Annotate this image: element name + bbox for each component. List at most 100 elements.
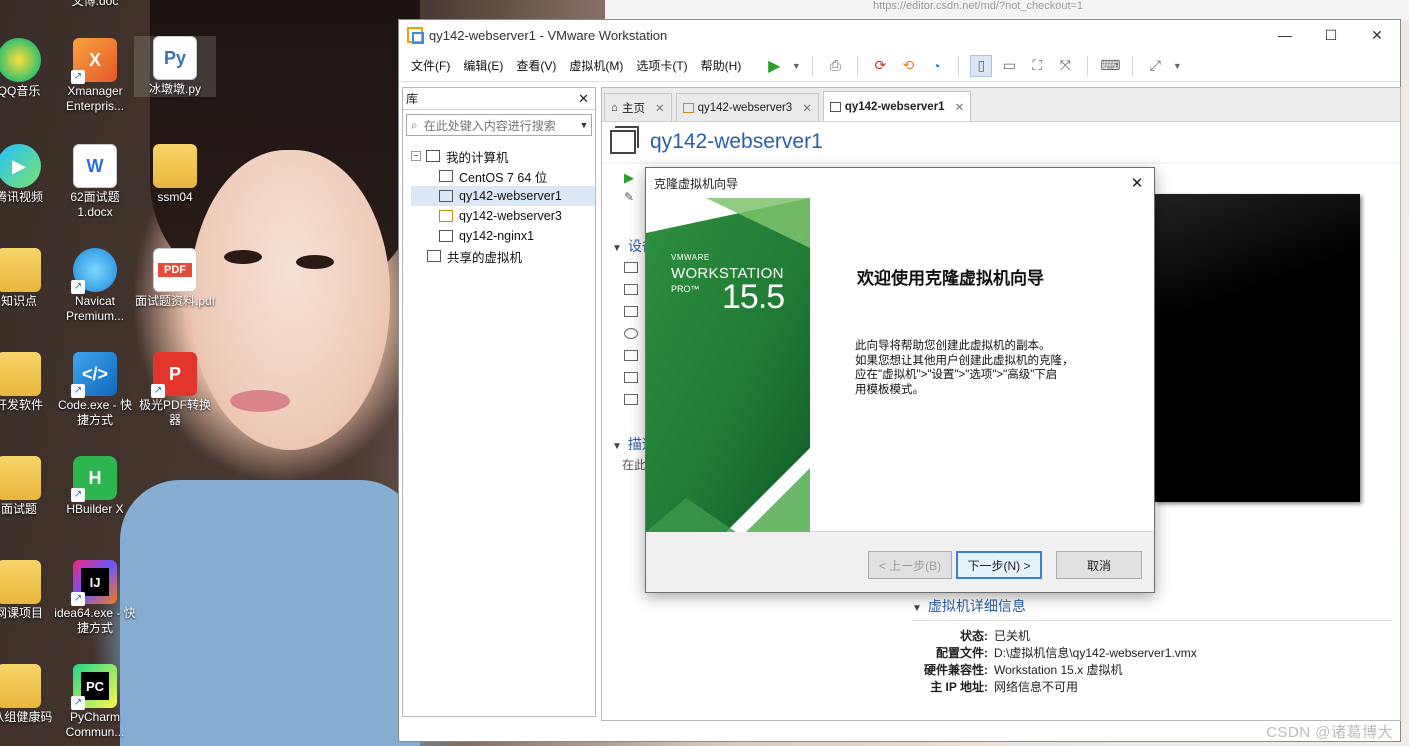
desktop-icon-ssm04[interactable]: ssm04 [134, 144, 216, 205]
tree-shared-vms[interactable]: 共享的虚拟机 [411, 246, 595, 266]
details-section-header[interactable]: ▼ 虚拟机详细信息 [912, 596, 1392, 621]
folder-icon [0, 456, 41, 500]
wallpaper-face [190, 150, 390, 450]
clone-vm-wizard-dialog: 克隆虚拟机向导 ✕ VMWARE WORKSTATION PRO™ 15.5 欢… [645, 167, 1155, 593]
csdn-watermark: CSDN @诸葛博大 [1266, 724, 1393, 741]
vscode-icon: </> [71, 352, 117, 398]
cd-dvd-icon[interactable] [624, 328, 638, 339]
menu-view[interactable]: 查看(V) [516, 57, 556, 74]
close-button[interactable]: ✕ [1354, 20, 1400, 50]
show-library-icon[interactable]: ▯ [970, 54, 993, 77]
menu-file[interactable]: 文件(F) [411, 57, 450, 74]
library-search-input[interactable]: ⌕ 在此处键入内容进行搜索 ▼ [406, 114, 592, 136]
description-placeholder[interactable]: 在此 [622, 456, 646, 473]
snapshot-icon[interactable]: ⟳ [869, 55, 891, 77]
send-ctrl-alt-del-icon[interactable]: ⎙ [824, 55, 846, 77]
wallpaper-lips [230, 390, 290, 412]
tree-vm-centos[interactable]: CentOS 7 64 位 [411, 166, 595, 186]
usb-controller-icon[interactable] [624, 372, 638, 383]
desktop-icon-pdf[interactable]: PDF 面试题资料.pdf [134, 248, 216, 309]
library-header: 库 ✕ [403, 88, 595, 110]
qqmusic-icon [0, 38, 41, 82]
search-dropdown-icon[interactable]: ▼ [577, 120, 591, 130]
desktop-icon-jiguang-pdf[interactable]: P 极光PDF转换器 [134, 352, 216, 428]
harddisk-icon[interactable] [624, 306, 638, 317]
desktop-icon-xmanager[interactable]: X Xmanager Enterpris... [54, 38, 136, 114]
fullscreen-icon[interactable]: ⛶ [1026, 55, 1048, 77]
vm-icon [439, 170, 453, 182]
network-adapter-icon[interactable] [624, 350, 638, 361]
shared-vm-icon [427, 250, 441, 262]
revert-snapshot-icon[interactable]: ⟲ [897, 55, 919, 77]
tab-close-icon[interactable]: ✕ [955, 100, 965, 114]
tab-webserver3[interactable]: qy142-webserver3 ✕ [675, 93, 819, 121]
tree-my-computer[interactable]: − 我的计算机 [411, 146, 595, 166]
menu-help[interactable]: 帮助(H) [701, 57, 742, 74]
tab-home[interactable]: ⌂ 主页 ✕ [604, 93, 672, 121]
vm-screen-preview[interactable] [1154, 194, 1360, 502]
desktop-icon-dev-software[interactable]: 开发软件 [0, 352, 60, 413]
banner-graphic [646, 198, 810, 532]
edit-settings-icon[interactable]: ✎ [624, 190, 634, 204]
minimize-button[interactable]: — [1262, 20, 1308, 50]
library-tree: − 我的计算机 CentOS 7 64 位 qy142-webserver1 q… [403, 140, 595, 266]
power-dropdown-icon[interactable]: ▼ [791, 55, 801, 77]
vm-icon [829, 101, 841, 112]
wallpaper-eye [224, 250, 262, 264]
power-on-icon[interactable]: ▶ [763, 55, 785, 77]
next-button[interactable]: 下一步(N) > [956, 551, 1042, 579]
tab-close-icon[interactable]: ✕ [802, 101, 812, 115]
processor-icon[interactable] [624, 284, 638, 295]
maximize-button[interactable]: ☐ [1308, 20, 1354, 50]
library-close-icon[interactable]: ✕ [578, 91, 589, 107]
desktop-icon-navicat[interactable]: Navicat Premium... [54, 248, 136, 324]
tree-vm-webserver3[interactable]: qy142-webserver3 [411, 206, 595, 226]
vm-icon [439, 230, 453, 242]
desktop-icon-doc[interactable]: 文博.doc [54, 0, 136, 9]
display-icon[interactable] [624, 394, 638, 405]
desktop-icon-interview[interactable]: 面试题 [0, 456, 60, 517]
back-button[interactable]: < 上一步(B) [868, 551, 952, 579]
folder-icon [0, 664, 41, 708]
menu-vm[interactable]: 虚拟机(M) [569, 57, 623, 74]
folder-icon [153, 144, 197, 188]
stretch-dropdown-icon[interactable]: ▼ [1172, 55, 1182, 77]
console-icon[interactable]: ⌨ [1099, 55, 1121, 77]
menu-tabs[interactable]: 选项卡(T) [636, 57, 687, 74]
desktop-icon-knowledge[interactable]: 知识点 [0, 248, 60, 309]
thumbnail-bar-icon[interactable]: ▭ [998, 55, 1020, 77]
wizard-titlebar: 克隆虚拟机向导 ✕ [646, 168, 1154, 198]
desktop-icon-vscode[interactable]: </> Code.exe - 快捷方式 [54, 352, 136, 428]
menubar: 文件(F) 编辑(E) 查看(V) 虚拟机(M) 选项卡(T) 帮助(H) ▶ … [399, 50, 1400, 82]
power-on-vm-icon[interactable]: ▶ [624, 170, 634, 186]
collapse-icon[interactable]: − [411, 151, 421, 161]
tab-close-icon[interactable]: ✕ [655, 101, 665, 115]
desktop-icon-tencent-video[interactable]: ▶ 腾讯视频 [0, 144, 60, 205]
word-doc-icon: W [73, 144, 117, 188]
vm-icon [439, 190, 453, 202]
cancel-button[interactable]: 取消 [1056, 551, 1142, 579]
desktop-icon-qqmusic[interactable]: QQ音乐 [0, 38, 60, 99]
tab-webserver1[interactable]: qy142-webserver1 ✕ [822, 91, 972, 121]
home-icon: ⌂ [611, 101, 618, 114]
desktop-icon-pycharm[interactable]: PC PyCharm Commun... [54, 664, 136, 740]
desktop-icon-health-code[interactable]: 2八组健康码 [0, 664, 60, 725]
desktop-icon-course-project[interactable]: 网课项目 [0, 560, 60, 621]
desktop-icon-idea[interactable]: IJ idea64.exe - 快捷方式 [54, 560, 136, 636]
intellij-icon: IJ [71, 560, 117, 606]
desktop-icon-docx[interactable]: W 62面试题1.docx [54, 144, 136, 220]
menu-edit[interactable]: 编辑(E) [463, 57, 503, 74]
memory-icon[interactable] [624, 262, 638, 273]
pdf-file-icon: PDF [153, 248, 197, 292]
computer-icon [426, 150, 440, 162]
xmanager-icon: X [71, 38, 117, 84]
wizard-close-icon[interactable]: ✕ [1120, 174, 1154, 192]
desktop-icon-python[interactable]: Py 冰墩墩.py [134, 36, 216, 97]
tree-vm-nginx1[interactable]: qy142-nginx1 [411, 226, 595, 246]
stretch-icon[interactable]: ⤢ [1144, 55, 1166, 77]
desktop-icon-hbuilder[interactable]: H HBuilder X [54, 456, 136, 517]
unity-icon[interactable]: ⤧ [1054, 55, 1076, 77]
tree-vm-webserver1[interactable]: qy142-webserver1 [411, 186, 595, 206]
snapshot-manager-icon[interactable]: ◔ [925, 55, 947, 77]
pycharm-icon: PC [71, 664, 117, 710]
